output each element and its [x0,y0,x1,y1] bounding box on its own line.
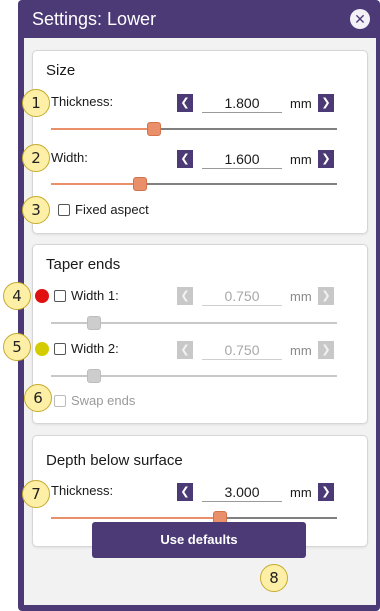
size-thickness-label: Thickness: [51,94,114,109]
callout-8: 8 [260,564,288,592]
size-panel-title: Size [46,62,76,79]
callout-1: 1 [22,89,50,117]
fixed-aspect-label: Fixed aspect [75,202,149,217]
settings-window: Settings: Lower ✕ Size Thickness: ❮ mm ❯… [18,0,380,611]
size-thickness-input[interactable] [202,93,282,113]
width1-slider[interactable] [51,316,337,330]
width1-checkbox[interactable] [54,290,66,302]
window-title: Settings: Lower [32,9,157,29]
width2-checkbox[interactable] [54,343,66,355]
callout-4: 4 [3,282,31,310]
taper-ends-panel-title: Taper ends [46,256,121,273]
width2-increase-button[interactable]: ❯ [318,341,334,359]
width1-label: Width 1: [71,288,119,303]
swap-ends-checkbox[interactable] [54,395,66,407]
size-width-slider-handle[interactable] [133,177,147,191]
callout-7: 7 [22,480,50,508]
width2-slider[interactable] [51,369,337,383]
taper-ends-panel: Taper ends Width 1: ❮ mm ❯ Width 2: ❮ mm… [32,244,368,424]
depth-panel-title: Depth below surface [46,452,183,469]
window-titlebar: Settings: Lower [18,0,380,38]
width2-color-dot [35,342,49,356]
size-thickness-slider-handle[interactable] [147,122,161,136]
width2-input[interactable] [202,340,282,360]
close-icon[interactable]: ✕ [350,9,370,29]
depth-thickness-input[interactable] [202,482,282,502]
width1-slider-handle[interactable] [87,316,101,330]
width2-label: Width 2: [71,341,119,356]
size-width-input[interactable] [202,149,282,169]
callout-5: 5 [3,333,31,361]
width2-decrease-button[interactable]: ❮ [177,341,193,359]
depth-thickness-increase-button[interactable]: ❯ [318,483,334,501]
size-thickness-slider-fill [51,128,154,130]
size-width-label: Width: [51,150,88,165]
size-width-slider[interactable] [51,177,337,191]
depth-thickness-slider-fill [51,517,220,519]
callout-2: 2 [22,144,50,172]
width1-unit: mm [290,289,312,304]
swap-ends-label: Swap ends [71,393,136,408]
size-thickness-decrease-button[interactable]: ❮ [177,94,193,112]
size-thickness-unit: mm [290,96,312,111]
depth-thickness-label: Thickness: [51,483,114,498]
depth-thickness-unit: mm [290,485,312,500]
width1-decrease-button[interactable]: ❮ [177,287,193,305]
width2-slider-handle[interactable] [87,369,101,383]
size-thickness-increase-button[interactable]: ❯ [318,94,334,112]
size-width-unit: mm [290,152,312,167]
size-width-increase-button[interactable]: ❯ [318,150,334,168]
fixed-aspect-checkbox[interactable] [58,204,70,216]
depth-thickness-slider[interactable] [51,511,337,525]
size-width-slider-fill [51,183,140,185]
width1-input[interactable] [202,286,282,306]
depth-thickness-decrease-button[interactable]: ❮ [177,483,193,501]
use-defaults-button[interactable]: Use defaults [92,522,306,558]
width1-increase-button[interactable]: ❯ [318,287,334,305]
size-width-decrease-button[interactable]: ❮ [177,150,193,168]
callout-6: 6 [24,384,52,412]
width1-color-dot [35,289,49,303]
settings-content: Size Thickness: ❮ mm ❯ Width: ❮ mm ❯ Fix… [24,38,376,605]
width2-unit: mm [290,343,312,358]
callout-3: 3 [22,196,50,224]
size-panel: Size Thickness: ❮ mm ❯ Width: ❮ mm ❯ Fix… [32,50,368,234]
size-thickness-slider[interactable] [51,122,337,136]
